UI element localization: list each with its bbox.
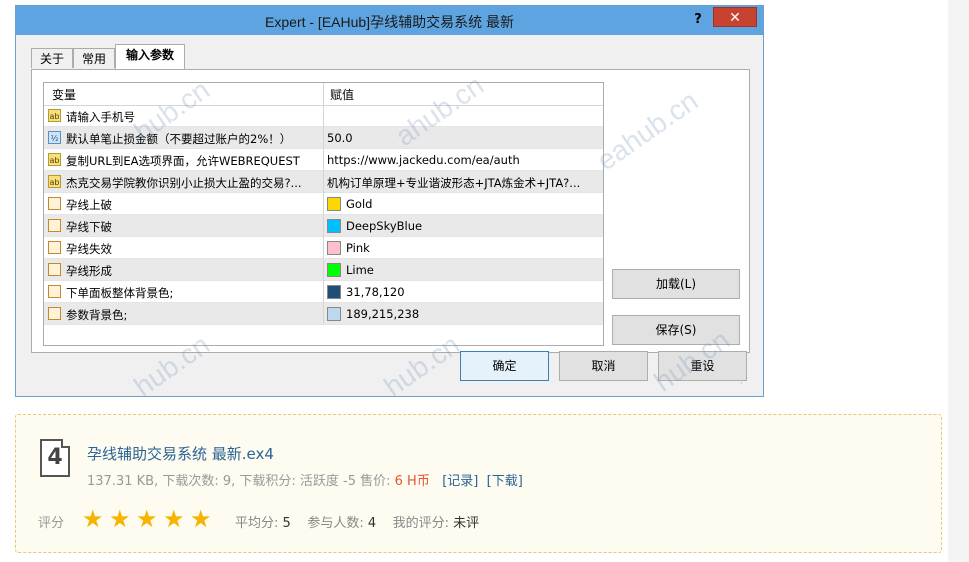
grid-row-color-invalid[interactable]: 孕线失效 Pink [44, 237, 603, 259]
grid-row-color-breakout-down[interactable]: 孕线下破 DeepSkyBlue [44, 215, 603, 237]
participants-label: 参与人数: [307, 516, 368, 531]
grid-row-param-bg[interactable]: 参数背景色; 189,215,238 [44, 303, 603, 325]
attachment-stats: 137.31 KB, 下载次数: 9, 下载积分: 活跃度 -5 售价: [87, 474, 395, 489]
param-value[interactable]: Gold [346, 197, 603, 211]
cell-divider [323, 127, 324, 149]
color-swatch [327, 197, 341, 211]
color-type-icon [48, 219, 61, 232]
column-header-value[interactable]: 赋值 [330, 86, 354, 103]
cell-divider [323, 105, 324, 127]
download-link[interactable]: [下载] [487, 474, 523, 489]
rating-label: 评分 [38, 516, 65, 531]
param-name: 孕线下破 [66, 220, 112, 234]
param-name: 下单面板整体背景色; [66, 286, 174, 300]
param-value[interactable]: 50.0 [327, 131, 603, 145]
param-value[interactable]: 31,78,120 [346, 285, 603, 299]
param-name: 请输入手机号 [66, 110, 135, 124]
grid-header: 变量 赋值 [44, 83, 603, 106]
param-name: 杰克交易学院教你识别小止损大止盈的交易?... [66, 176, 302, 190]
param-value[interactable]: https://www.jackedu.com/ea/auth [327, 153, 603, 167]
cell-divider [323, 215, 324, 237]
close-button[interactable]: ✕ [713, 7, 757, 27]
ok-button[interactable]: 确定 [460, 351, 549, 381]
param-name: 参数背景色; [66, 308, 128, 322]
grid-row-color-breakout-up[interactable]: 孕线上破 Gold [44, 193, 603, 215]
attachment-meta: 137.31 KB, 下载次数: 9, 下载积分: 活跃度 -5 售价: 6 H… [87, 470, 523, 489]
color-swatch [327, 241, 341, 255]
star-icon[interactable]: ★ [190, 507, 214, 531]
grid-row-url[interactable]: ab 复制URL到EA选项界面，允许WEBREQUEST https://www… [44, 149, 603, 171]
cell-divider [323, 237, 324, 259]
param-name: 默认单笔止损金额（不要超过账户的2%！） [66, 132, 292, 146]
cell-divider [323, 171, 324, 193]
attachment-panel: 4 孕线辅助交易系统 最新.ex4 137.31 KB, 下载次数: 9, 下载… [15, 414, 942, 553]
tab-about[interactable]: 关于 [31, 48, 73, 68]
dialog-title: Expert - [EAHub]孕线辅助交易系统 最新 [265, 14, 514, 30]
star-icon[interactable]: ★ [163, 507, 187, 531]
double-type-icon: ½ [48, 131, 61, 144]
string-type-icon: ab [48, 175, 61, 188]
color-swatch [327, 263, 341, 277]
average-value: 5 [282, 516, 291, 531]
rating-stats: 平均分: 5 参与人数: 4 我的评分: 未评 [235, 512, 479, 531]
grid-row-panel-bg[interactable]: 下单面板整体背景色; 31,78,120 [44, 281, 603, 303]
participants-value: 4 [367, 516, 377, 531]
color-swatch [327, 307, 341, 321]
cancel-button[interactable]: 取消 [559, 351, 648, 381]
grid-row-academy[interactable]: ab 杰克交易学院教你识别小止损大止盈的交易?... 机构订单原理+专业谐波形态… [44, 171, 603, 193]
param-name: 孕线形成 [66, 264, 112, 278]
column-divider[interactable] [323, 83, 324, 105]
param-name: 复制URL到EA选项界面，允许WEBREQUEST [66, 154, 300, 168]
color-swatch [327, 285, 341, 299]
tab-common[interactable]: 常用 [73, 48, 115, 68]
load-button[interactable]: 加载(L) [612, 269, 740, 299]
cell-divider [323, 303, 324, 325]
param-value[interactable]: DeepSkyBlue [346, 219, 603, 233]
color-type-icon [48, 241, 61, 254]
color-type-icon [48, 307, 61, 320]
string-type-icon: ab [48, 109, 61, 122]
price: 6 H币 [394, 474, 430, 489]
param-value[interactable]: Lime [346, 263, 603, 277]
param-name: 孕线上破 [66, 198, 112, 212]
reset-button[interactable]: 重设 [658, 351, 747, 381]
grid-row-stop-loss[interactable]: ½ 默认单笔止损金额（不要超过账户的2%！） 50.0 [44, 127, 603, 149]
param-value[interactable]: 189,215,238 [346, 307, 603, 321]
cell-divider [323, 149, 324, 171]
star-icon[interactable]: ★ [136, 507, 160, 531]
tab-input-parameters[interactable]: 输入参数 [115, 44, 185, 69]
my-rating-label: 我的评分: [392, 516, 454, 531]
cell-divider [323, 259, 324, 281]
param-name: 孕线失效 [66, 242, 112, 256]
column-header-variable[interactable]: 变量 [52, 86, 76, 103]
grid-row-color-formed[interactable]: 孕线形成 Lime [44, 259, 603, 281]
attachment-file-name-link[interactable]: 孕线辅助交易系统 最新.ex4 [87, 443, 274, 464]
star-icon[interactable]: ★ [82, 507, 106, 531]
save-button[interactable]: 保存(S) [612, 315, 740, 345]
color-type-icon [48, 285, 61, 298]
param-value[interactable]: Pink [346, 241, 603, 255]
color-swatch [327, 219, 341, 233]
file-type-icon: 4 [40, 439, 70, 477]
my-rating-value: 未评 [453, 516, 480, 531]
grid-row-phone[interactable]: ab 请输入手机号 [44, 105, 603, 127]
param-value[interactable]: 机构订单原理+专业谐波形态+JTA炼金术+JTA?... [327, 175, 603, 191]
record-link[interactable]: [记录] [442, 474, 478, 489]
average-label: 平均分: [235, 516, 283, 531]
help-button[interactable]: ? [688, 10, 708, 30]
page-right-strip [948, 0, 969, 562]
cell-divider [323, 193, 324, 215]
cell-divider [323, 281, 324, 303]
parameters-grid: 变量 赋值 ab 请输入手机号 ½ 默认单笔止损金额（不要超过账户的2%！） 5… [43, 82, 604, 346]
color-type-icon [48, 197, 61, 210]
string-type-icon: ab [48, 153, 61, 166]
star-icon[interactable]: ★ [109, 507, 133, 531]
color-type-icon [48, 263, 61, 276]
dialog-titlebar[interactable]: Expert - [EAHub]孕线辅助交易系统 最新 ? ✕ [16, 6, 763, 35]
resize-grip-icon[interactable]: ⋰ [740, 376, 748, 385]
